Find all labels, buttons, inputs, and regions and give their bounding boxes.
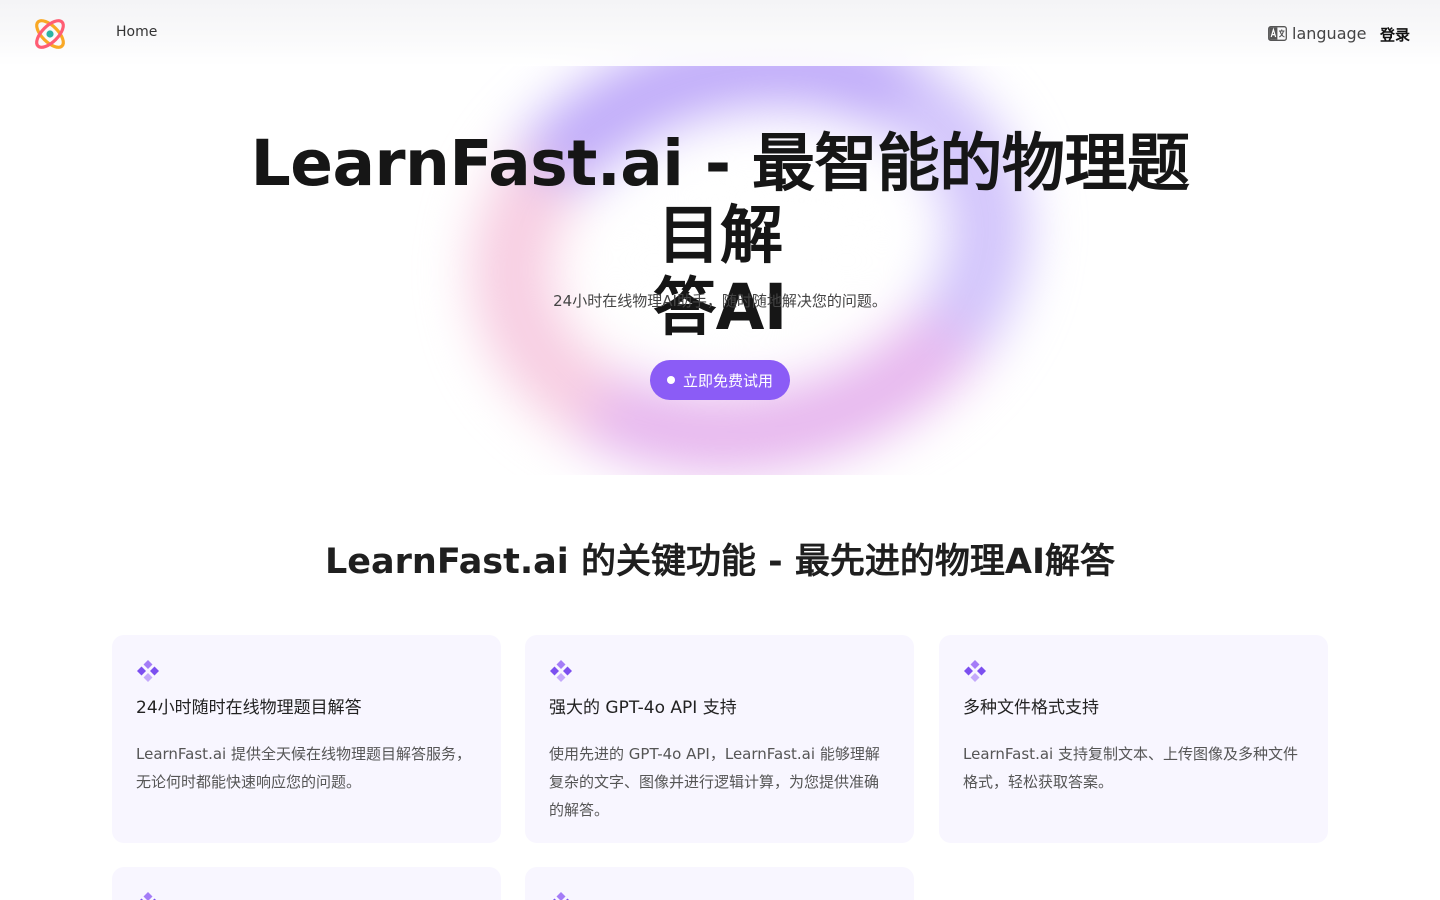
diamond-cluster-icon — [553, 892, 569, 900]
feature-card: 多种文件格式支持 LearnFast.ai 支持复制文本、上传图像及多种文件格式… — [939, 635, 1328, 843]
feature-card-partial — [525, 867, 914, 900]
hero-subtitle: 24小时在线物理AI助手，随时随地解决您的问题。 — [553, 292, 887, 310]
page: LearnFast.ai - 最智能的物理题目解 答AI 24小时在线物理AI助… — [0, 0, 1440, 900]
features-title: LearnFast.ai 的关键功能 - 最先进的物理AI解答 — [325, 542, 1115, 582]
feature-card-title: 24小时随时在线物理题目解答 — [136, 698, 362, 718]
feature-card-desc: 使用先进的 GPT-4o API，LearnFast.ai 能够理解复杂的文字、… — [549, 745, 880, 819]
nav-home-link[interactable]: Home — [116, 24, 157, 40]
diamond-cluster-icon — [137, 660, 159, 682]
diamond-cluster-icon — [140, 892, 156, 900]
feature-card-title: 多种文件格式支持 — [963, 698, 1099, 718]
diamond-cluster-icon — [964, 660, 986, 682]
try-free-label: 立即免费试用 — [682, 372, 773, 390]
hero-title: LearnFast.ai - 最智能的物理题目解 答AI — [220, 128, 1220, 344]
dot-icon — [666, 376, 675, 384]
feature-card-desc: LearnFast.ai 支持复制文本、上传图像及多种文件格式，轻松获取答案。 — [963, 745, 1298, 791]
feature-card-title: 强大的 GPT-4o API 支持 — [549, 698, 737, 718]
login-link[interactable]: 登录 — [1380, 24, 1410, 45]
hero-section: LearnFast.ai - 最智能的物理题目解 答AI 24小时在线物理AI助… — [0, 0, 1440, 475]
translate-icon — [1268, 26, 1287, 41]
feature-card-desc: LearnFast.ai 提供全天候在线物理题目解答服务，无论何时都能快速响应您… — [136, 745, 471, 791]
feature-card: 24小时随时在线物理题目解答 LearnFast.ai 提供全天候在线物理题目解… — [112, 635, 501, 843]
language-label: language — [1292, 24, 1367, 43]
try-free-button[interactable]: 立即免费试用 — [650, 360, 790, 400]
navbar: Home language 登录 — [0, 0, 1440, 66]
atom-logo-icon[interactable] — [30, 14, 70, 54]
feature-card: 强大的 GPT-4o API 支持 使用先进的 GPT-4o API，Learn… — [525, 635, 914, 843]
hero-title-line1: LearnFast.ai - 最智能的物理题目解 — [250, 127, 1190, 272]
language-selector[interactable]: language — [1268, 24, 1367, 43]
diamond-cluster-icon — [550, 660, 572, 682]
feature-card-partial — [112, 867, 501, 900]
